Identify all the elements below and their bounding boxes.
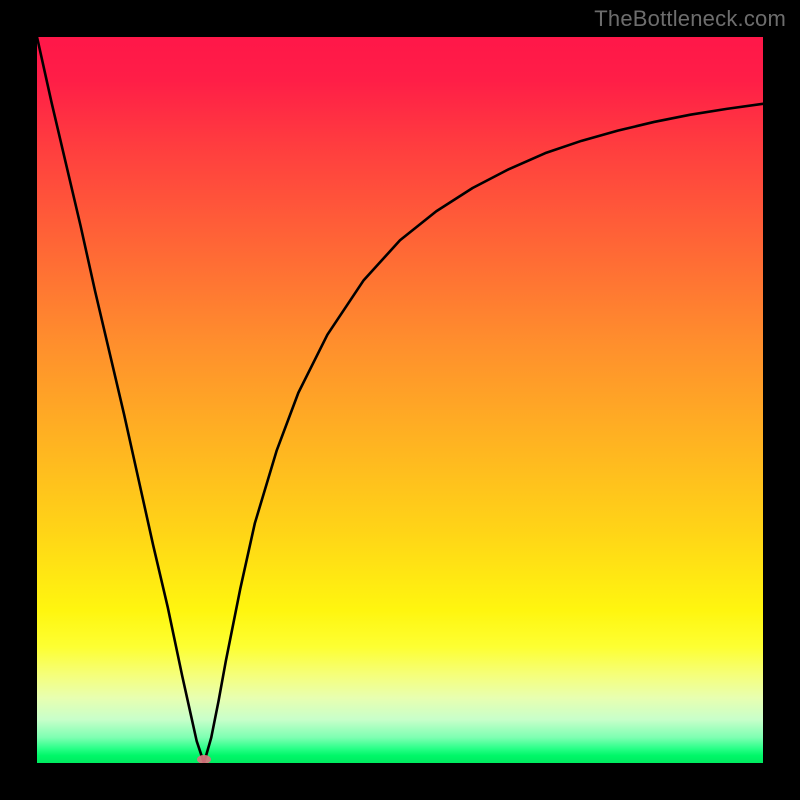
chart-frame: TheBottleneck.com: [0, 0, 800, 800]
notch-marker: [197, 755, 211, 763]
plot-area: [37, 37, 763, 763]
watermark-text: TheBottleneck.com: [594, 6, 786, 32]
curve-svg: [37, 37, 763, 763]
bottleneck-curve: [37, 37, 763, 763]
